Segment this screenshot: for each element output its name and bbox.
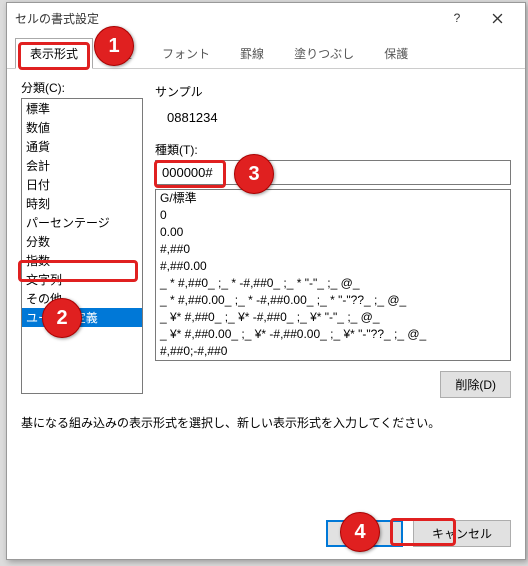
format-item[interactable]: #,##0;[赤]-#,##0 — [156, 360, 510, 361]
format-item[interactable]: #,##0;-#,##0 — [156, 343, 510, 360]
help-icon[interactable]: ? — [437, 3, 477, 33]
category-item[interactable]: 標準 — [22, 99, 142, 118]
format-item[interactable]: _ * #,##0_ ;_ * -#,##0_ ;_ * "-"_ ;_ @_ — [156, 275, 510, 292]
sample-label: サンプル — [155, 83, 511, 100]
category-item[interactable]: パーセンテージ — [22, 213, 142, 232]
tab-0[interactable]: 表示形式 — [15, 38, 93, 69]
category-label: 分類(C): — [21, 79, 143, 96]
format-list[interactable]: G/標準00.00#,##0#,##0.00_ * #,##0_ ;_ * -#… — [155, 189, 511, 361]
close-icon[interactable] — [477, 3, 517, 33]
content-area: 分類(C): 標準数値通貨会計日付時刻パーセンテージ分数指数文字列その他ユーザー… — [7, 69, 525, 441]
category-item[interactable]: 日付 — [22, 175, 142, 194]
category-item[interactable]: 指数 — [22, 251, 142, 270]
button-row: OK キャンセル — [326, 520, 511, 547]
format-cells-dialog: セルの書式設定 ? 表示形式配置フォント罫線塗りつぶし保護 分類(C): 標準数… — [6, 2, 526, 560]
format-item[interactable]: _ ¥* #,##0.00_ ;_ ¥* -#,##0.00_ ;_ ¥* "-… — [156, 326, 510, 343]
category-item[interactable]: 通貨 — [22, 137, 142, 156]
hint-text: 基になる組み込みの表示形式を選択し、新しい表示形式を入力してください。 — [21, 414, 511, 431]
category-list[interactable]: 標準数値通貨会計日付時刻パーセンテージ分数指数文字列その他ユーザー定義 — [21, 98, 143, 394]
delete-button[interactable]: 削除(D) — [440, 371, 511, 398]
type-input[interactable] — [155, 160, 511, 185]
category-item[interactable]: その他 — [22, 289, 142, 308]
tab-2[interactable]: フォント — [147, 38, 225, 69]
category-item[interactable]: 分数 — [22, 232, 142, 251]
ok-button[interactable]: OK — [326, 520, 403, 547]
tab-3[interactable]: 罫線 — [225, 38, 279, 69]
tab-1[interactable]: 配置 — [93, 38, 147, 69]
format-item[interactable]: #,##0 — [156, 241, 510, 258]
format-item[interactable]: _ * #,##0.00_ ;_ * -#,##0.00_ ;_ * "-"??… — [156, 292, 510, 309]
dialog-title: セルの書式設定 — [15, 10, 437, 27]
sample-box: サンプル 0881234 — [155, 83, 511, 135]
category-item[interactable]: 数値 — [22, 118, 142, 137]
titlebar: セルの書式設定 ? — [7, 3, 525, 33]
category-item[interactable]: 時刻 — [22, 194, 142, 213]
tab-4[interactable]: 塗りつぶし — [279, 38, 369, 69]
category-item[interactable]: ユーザー定義 — [22, 308, 142, 327]
cancel-button[interactable]: キャンセル — [413, 520, 511, 547]
sample-value: 0881234 — [155, 106, 511, 135]
type-label: 種類(T): — [155, 141, 511, 158]
format-item[interactable]: G/標準 — [156, 190, 510, 207]
format-item[interactable]: 0.00 — [156, 224, 510, 241]
format-item[interactable]: _ ¥* #,##0_ ;_ ¥* -#,##0_ ;_ ¥* "-"_ ;_ … — [156, 309, 510, 326]
tab-strip: 表示形式配置フォント罫線塗りつぶし保護 — [7, 37, 525, 69]
category-item[interactable]: 文字列 — [22, 270, 142, 289]
tab-5[interactable]: 保護 — [369, 38, 423, 69]
category-item[interactable]: 会計 — [22, 156, 142, 175]
format-item[interactable]: 0 — [156, 207, 510, 224]
format-item[interactable]: #,##0.00 — [156, 258, 510, 275]
